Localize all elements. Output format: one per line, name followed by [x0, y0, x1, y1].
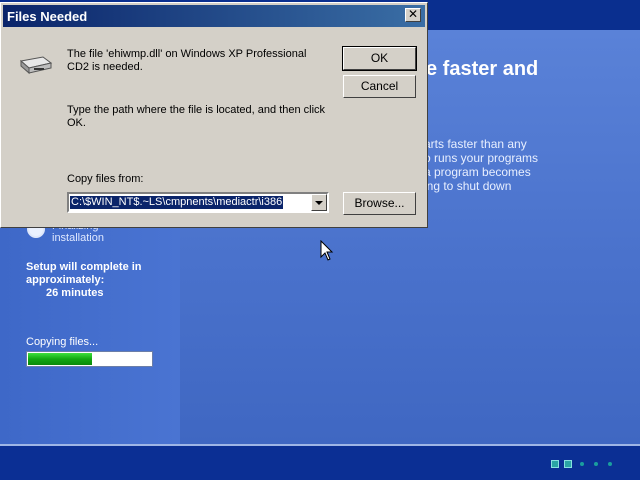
mouse-pointer-icon — [320, 240, 334, 261]
setup-complete-label: Setup will complete in approximately: — [26, 261, 142, 286]
copying-files-label: Copying files... — [26, 336, 99, 348]
browse-button[interactable]: Browse... — [343, 192, 416, 215]
dialog-message: The file 'ehiwmp.dll' on Windows XP Prof… — [67, 48, 307, 73]
copy-progress-fill — [28, 353, 92, 365]
copy-from-combobox[interactable]: C:\$WIN_NT$.~LS\cmpnents\mediactr\i386 — [67, 192, 329, 213]
tray-dot-icon — [608, 462, 612, 466]
cancel-button[interactable]: Cancel — [343, 75, 416, 98]
chevron-down-icon[interactable] — [311, 194, 327, 211]
dialog-title: Files Needed — [7, 9, 88, 24]
ok-button[interactable]: OK — [342, 46, 417, 71]
dialog-instruction: Type the path where the file is located,… — [67, 104, 326, 129]
setup-hero-title: e faster and — [426, 58, 539, 80]
disk-drive-icon — [19, 56, 53, 75]
copy-from-path-input[interactable]: C:\$WIN_NT$.~LS\cmpnents\mediactr\i386 — [70, 196, 284, 209]
tray-square-icon — [551, 460, 559, 468]
setup-bottom-band — [0, 446, 640, 480]
tray-dot-icon — [580, 462, 584, 466]
tray-square-icon — [564, 460, 572, 468]
close-icon[interactable]: ✕ — [405, 8, 421, 22]
copy-from-label: Copy files from: — [67, 173, 144, 185]
setup-hero-description: arts faster than any o runs your program… — [424, 137, 539, 193]
dialog-titlebar[interactable]: Files Needed ✕ — [3, 5, 425, 27]
setup-complete-time: 26 minutes — [46, 287, 104, 299]
files-needed-dialog: Files Needed ✕ The file 'ehiwmp.dll' on … — [0, 2, 428, 228]
tray-dot-icon — [594, 462, 598, 466]
copy-progress-bar — [26, 351, 153, 367]
